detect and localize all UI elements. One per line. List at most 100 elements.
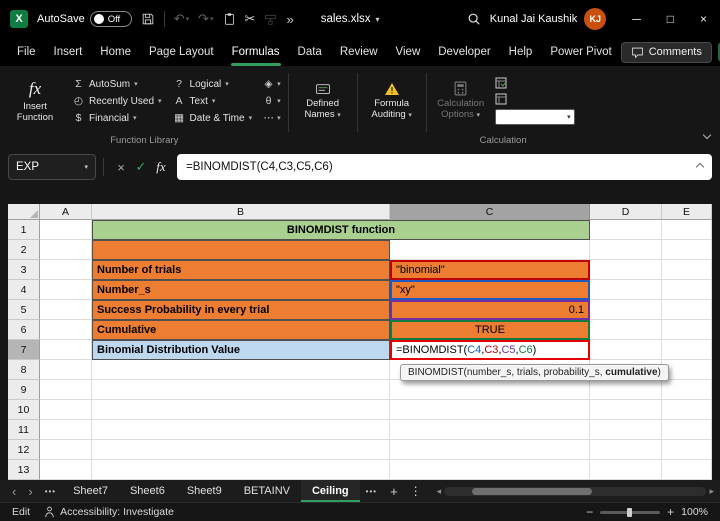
cell-E12[interactable] xyxy=(662,440,712,460)
col-header-D[interactable]: D xyxy=(590,204,662,220)
logical-button[interactable]: ?Logical▾ xyxy=(170,77,256,91)
cell-C9[interactable] xyxy=(390,380,590,400)
cell-E9[interactable] xyxy=(662,380,712,400)
menu-view[interactable]: View xyxy=(387,38,430,66)
comments-button[interactable]: Comments xyxy=(621,42,712,63)
cell-A8[interactable] xyxy=(40,360,92,380)
cell-A3[interactable] xyxy=(40,260,92,280)
cell-E3[interactable] xyxy=(662,260,712,280)
cell-B5[interactable]: Success Probability in every trial xyxy=(92,300,390,320)
undo-button[interactable]: ↶▾ xyxy=(174,11,189,27)
zoom-in-button[interactable]: + xyxy=(667,505,674,519)
row-header-4[interactable]: 4 xyxy=(8,280,40,300)
cell-C5[interactable]: 0.1 xyxy=(390,300,590,320)
menu-power-pivot[interactable]: Power Pivot xyxy=(541,38,620,66)
cell-D4[interactable] xyxy=(590,280,662,300)
row-header-7[interactable]: 7 xyxy=(8,340,40,360)
zoom-out-button[interactable]: − xyxy=(586,505,593,519)
row-header-11[interactable]: 11 xyxy=(8,420,40,440)
format-painter-button[interactable] xyxy=(264,13,277,26)
cell-A4[interactable] xyxy=(40,280,92,300)
autosave-toggle[interactable]: Off xyxy=(90,11,132,27)
cell-D7[interactable] xyxy=(590,340,662,360)
cancel-button[interactable]: × xyxy=(111,154,131,180)
cell-A11[interactable] xyxy=(40,420,92,440)
name-box[interactable]: EXP ▾ xyxy=(8,154,96,180)
menu-insert[interactable]: Insert xyxy=(45,38,92,66)
cell-C2[interactable] xyxy=(390,240,590,260)
sheet-tab-sheet6[interactable]: Sheet6 xyxy=(119,480,176,502)
cell-D2[interactable] xyxy=(590,240,662,260)
cell-B13[interactable] xyxy=(92,460,390,480)
recently-used-button[interactable]: ◴Recently Used▾ xyxy=(69,94,165,108)
cell-E1[interactable] xyxy=(662,220,712,240)
user-account[interactable]: Kunal Jai Kaushik KJ xyxy=(490,8,606,30)
cell-C10[interactable] xyxy=(390,400,590,420)
cell-B1[interactable]: BINOMDIST function xyxy=(92,220,590,240)
excel-logo-icon[interactable]: X xyxy=(10,10,28,28)
spreadsheet[interactable]: BINOMDIST(number_s, trials, probability_… xyxy=(8,204,712,480)
zoom-slider[interactable] xyxy=(600,511,660,514)
cell-B9[interactable] xyxy=(92,380,390,400)
scroll-left-icon[interactable]: ◂ xyxy=(437,486,442,497)
row-header-2[interactable]: 2 xyxy=(8,240,40,260)
select-all-button[interactable] xyxy=(8,204,40,220)
cell-D3[interactable] xyxy=(590,260,662,280)
cell-A6[interactable] xyxy=(40,320,92,340)
redo-button[interactable]: ↷▾ xyxy=(198,11,213,27)
cell-E2[interactable] xyxy=(662,240,712,260)
defined-names-button[interactable]: Defined Names ▾ xyxy=(294,80,352,123)
row-header-5[interactable]: 5 xyxy=(8,300,40,320)
more-functions-button[interactable]: ⋯▾ xyxy=(260,111,283,125)
col-header-A[interactable]: A xyxy=(40,204,92,220)
tabs-overflow-right-button[interactable]: ••• xyxy=(360,487,383,496)
cell-A5[interactable] xyxy=(40,300,92,320)
cell-C11[interactable] xyxy=(390,420,590,440)
cut-button[interactable]: ✂ xyxy=(245,11,256,27)
insert-function-button[interactable]: fx Insert Function xyxy=(6,77,64,125)
scrollbar-thumb[interactable] xyxy=(472,488,592,495)
cell-D5[interactable] xyxy=(590,300,662,320)
autosave-control[interactable]: AutoSave Off xyxy=(37,11,132,27)
row-header-12[interactable]: 12 xyxy=(8,440,40,460)
toolbar-overflow-button[interactable]: » xyxy=(286,12,293,27)
cell-C6[interactable]: TRUE xyxy=(390,320,590,340)
cell-A10[interactable] xyxy=(40,400,92,420)
row-header-6[interactable]: 6 xyxy=(8,320,40,340)
menu-file[interactable]: File xyxy=(8,38,45,66)
menu-formulas[interactable]: Formulas xyxy=(223,38,289,66)
cell-B2[interactable] xyxy=(92,240,390,260)
row-header-1[interactable]: 1 xyxy=(8,220,40,240)
col-header-C[interactable]: C xyxy=(390,204,590,220)
calculation-combobox[interactable]: ▾ xyxy=(495,109,575,125)
calculate-sheet-button[interactable] xyxy=(495,93,507,105)
cell-A1[interactable] xyxy=(40,220,92,240)
col-header-B[interactable]: B xyxy=(92,204,390,220)
menu-data[interactable]: Data xyxy=(289,38,331,66)
cell-D12[interactable] xyxy=(590,440,662,460)
cell-D10[interactable] xyxy=(590,400,662,420)
cell-E8[interactable] xyxy=(662,360,712,380)
cell-C13[interactable] xyxy=(390,460,590,480)
formula-bar-expand-button[interactable] xyxy=(697,161,703,173)
cell-B4[interactable]: Number_s xyxy=(92,280,390,300)
cell-A13[interactable] xyxy=(40,460,92,480)
tabs-scroll-right-button[interactable]: › xyxy=(22,484,38,499)
cell-D13[interactable] xyxy=(590,460,662,480)
row-header-9[interactable]: 9 xyxy=(8,380,40,400)
enter-button[interactable]: ✓ xyxy=(131,154,151,180)
zoom-level[interactable]: 100% xyxy=(681,506,708,518)
sheet-tab-ceiling[interactable]: Ceiling xyxy=(301,480,360,502)
insert-function-fx-button[interactable]: fx xyxy=(151,154,171,180)
cell-D11[interactable] xyxy=(590,420,662,440)
cell-B11[interactable] xyxy=(92,420,390,440)
cell-E13[interactable] xyxy=(662,460,712,480)
minimize-button[interactable]: ─ xyxy=(619,0,654,38)
cell-E5[interactable] xyxy=(662,300,712,320)
cell-D6[interactable] xyxy=(590,320,662,340)
cell-E7[interactable] xyxy=(662,340,712,360)
cell-A7[interactable] xyxy=(40,340,92,360)
menu-developer[interactable]: Developer xyxy=(429,38,499,66)
sheet-tab-betainv[interactable]: BETAINV xyxy=(233,480,301,502)
row-header-3[interactable]: 3 xyxy=(8,260,40,280)
